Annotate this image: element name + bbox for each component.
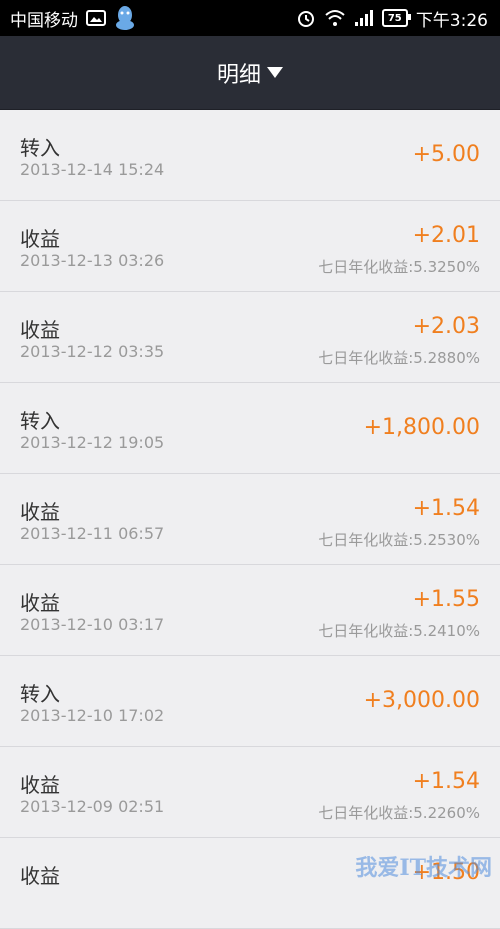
entry-amount: +1.54: [412, 496, 480, 521]
entry-rate: 七日年化收益:5.3250%: [318, 258, 480, 276]
entry-amount: +1.50: [412, 860, 480, 885]
entry-type: 转入: [20, 682, 60, 706]
entry-amount: +2.03: [412, 314, 480, 339]
list-item[interactable]: 转入 2013-12-12 19:05 +1,800.00: [0, 383, 500, 474]
carrier-label: 中国移动: [10, 10, 78, 31]
page-title: 明细: [216, 62, 261, 88]
entry-date: 2013-12-12 03:35: [20, 342, 165, 361]
status-bar: 中国移动 75 下午3:26: [0, 0, 500, 36]
entry-type: 收益: [20, 591, 60, 615]
entry-date: 2013-12-11 06:57: [20, 524, 165, 543]
entry-date: 2013-12-10 03:17: [20, 615, 165, 634]
entry-date: 2013-12-10 17:02: [20, 706, 165, 725]
list-item[interactable]: 收益 2013-12-10 03:17 +1.55 七日年化收益:5.2410%: [0, 565, 500, 656]
entry-date: 2013-12-12 19:05: [20, 433, 165, 452]
entry-amount: +1.55: [412, 587, 480, 612]
entry-rate: 七日年化收益:5.2530%: [318, 531, 480, 549]
entry-date: 2013-12-13 03:26: [20, 251, 165, 270]
entry-amount: +5.00: [412, 142, 480, 167]
entry-type: 收益: [20, 318, 60, 342]
entry-type: 收益: [20, 227, 60, 251]
entry-type: 收益: [20, 773, 60, 797]
battery-icon: 75: [381, 9, 411, 27]
entry-date: 2013-12-09 02:51: [20, 797, 165, 816]
image-icon: [86, 10, 106, 26]
list-item[interactable]: 收益 +1.50: [0, 838, 500, 929]
entry-amount: +2.01: [412, 223, 480, 248]
entry-type: 收益: [20, 500, 60, 524]
entry-type: 收益: [20, 864, 60, 888]
entry-type: 转入: [20, 136, 60, 160]
list-item[interactable]: 收益 2013-12-11 06:57 +1.54 七日年化收益:5.2530%: [0, 474, 500, 565]
clock-label: 下午3:26: [415, 10, 488, 31]
wifi-icon: [324, 9, 346, 27]
entry-rate: 七日年化收益:5.2260%: [318, 804, 480, 822]
transaction-list: 转入 2013-12-14 15:24 +5.00 收益 2013-12-13 …: [0, 110, 500, 929]
title-dropdown[interactable]: 明细: [217, 57, 283, 89]
list-item[interactable]: 收益 2013-12-13 03:26 +2.01 七日年化收益:5.3250%: [0, 201, 500, 292]
entry-type: 转入: [20, 409, 60, 433]
list-item[interactable]: 收益 2013-12-12 03:35 +2.03 七日年化收益:5.2880%: [0, 292, 500, 383]
entry-amount: +1.54: [412, 769, 480, 794]
dropdown-triangle-icon: [267, 67, 283, 78]
app-header: 明细: [0, 36, 500, 110]
alarm-icon: [296, 8, 316, 28]
entry-date: 2013-12-14 15:24: [20, 160, 165, 179]
qq-icon: [114, 5, 136, 31]
list-item[interactable]: 转入 2013-12-10 17:02 +3,000.00: [0, 656, 500, 747]
list-item[interactable]: 转入 2013-12-14 15:24 +5.00: [0, 110, 500, 201]
list-item[interactable]: 收益 2013-12-09 02:51 +1.54 七日年化收益:5.2260%: [0, 747, 500, 838]
entry-rate: 七日年化收益:5.2880%: [318, 349, 480, 367]
entry-amount: +1,800.00: [363, 415, 480, 440]
signal-icon: [354, 9, 374, 27]
entry-amount: +3,000.00: [363, 688, 480, 713]
entry-rate: 七日年化收益:5.2410%: [318, 622, 480, 640]
